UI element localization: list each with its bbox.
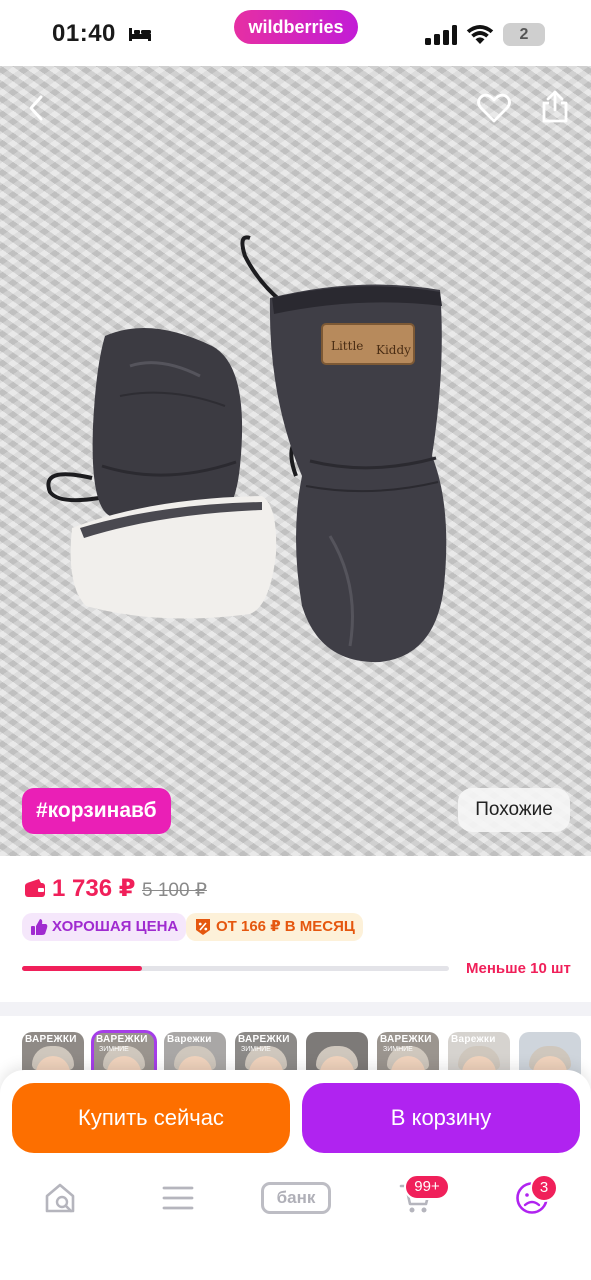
thumbnail-title: ВАРЕЖКИ: [25, 1034, 77, 1045]
wifi-icon: [466, 25, 494, 44]
tab-home[interactable]: [42, 1178, 80, 1218]
price-current: 1 736 ₽: [52, 875, 136, 902]
profile-notification-badge: 3: [530, 1174, 558, 1202]
stock-progress-bar: [22, 966, 449, 971]
status-time: 01:40: [52, 20, 116, 47]
thumbnail-title: ВАРЕЖКИ: [238, 1034, 290, 1045]
bank-icon: банк: [261, 1182, 331, 1214]
share-icon: [542, 90, 568, 123]
bed-icon: [129, 28, 151, 41]
installment-badge[interactable]: ОТ 166 ₽ В МЕСЯЦ: [186, 913, 363, 941]
percent-shield-icon: [196, 919, 210, 935]
home-search-icon: [45, 1183, 75, 1213]
signal-icon: [425, 25, 457, 45]
good-price-badge[interactable]: ХОРОШАЯ ЦЕНА: [22, 913, 187, 941]
mittens-photo: Little Kiddy: [46, 235, 447, 663]
menu-icon: [162, 1186, 194, 1210]
bottom-action-sheet: Купить сейчас В корзину банк 99+ 3: [0, 1070, 591, 1280]
share-button[interactable]: [536, 86, 574, 126]
installment-label: ОТ 166 ₽ В МЕСЯЦ: [216, 918, 355, 935]
hashtag-badge[interactable]: #корзинавб: [22, 788, 171, 834]
back-arrow-icon: [29, 95, 43, 121]
price-old: 5 100 ₽: [142, 880, 207, 901]
wildberries-logo[interactable]: wildberries: [234, 10, 358, 44]
stock-remaining-text: Меньше 10 шт: [466, 960, 571, 977]
thumbnail-subtitle: ЗИМНИЕ: [99, 1046, 129, 1053]
thumbnail-title: ВАРЕЖКИ: [380, 1034, 432, 1045]
cart-count-badge: 99+: [404, 1174, 450, 1200]
thumbnail-subtitle: ЗИМНИЕ: [241, 1046, 271, 1053]
section-divider: [0, 1002, 591, 1016]
wallet-icon: [25, 879, 45, 897]
thumbs-up-icon: [31, 919, 48, 935]
good-price-label: ХОРОШАЯ ЦЕНА: [52, 918, 179, 935]
thumbnail-title: Варежки: [167, 1034, 212, 1045]
back-button[interactable]: [18, 90, 54, 126]
battery-icon: 2: [503, 23, 545, 46]
stock-progress-fill: [22, 966, 142, 971]
product-image[interactable]: Little Kiddy #корзинавб Похожие: [0, 66, 591, 856]
thumbnail-subtitle: ЗИМНИЕ: [383, 1046, 413, 1053]
price-card: 1 736 ₽ 5 100 ₽ ХОРОШАЯ ЦЕНА ОТ 166 ₽ В …: [0, 856, 591, 1002]
label-kiddy: Kiddy: [376, 343, 411, 357]
thumbnail-title: ВАРЕЖКИ: [96, 1034, 148, 1045]
buy-now-button[interactable]: Купить сейчас: [12, 1083, 290, 1153]
tab-catalog[interactable]: [160, 1178, 196, 1218]
heart-icon: [477, 93, 511, 123]
add-to-cart-button[interactable]: В корзину: [302, 1083, 580, 1153]
label-little: Little: [331, 339, 363, 353]
tab-bank[interactable]: банк: [258, 1178, 334, 1218]
status-bar: 01:40 wildberries 2: [0, 0, 591, 66]
favorite-button[interactable]: [474, 88, 514, 128]
thumbnail-title: Варежки: [451, 1034, 496, 1045]
similar-button[interactable]: Похожие: [458, 788, 570, 832]
